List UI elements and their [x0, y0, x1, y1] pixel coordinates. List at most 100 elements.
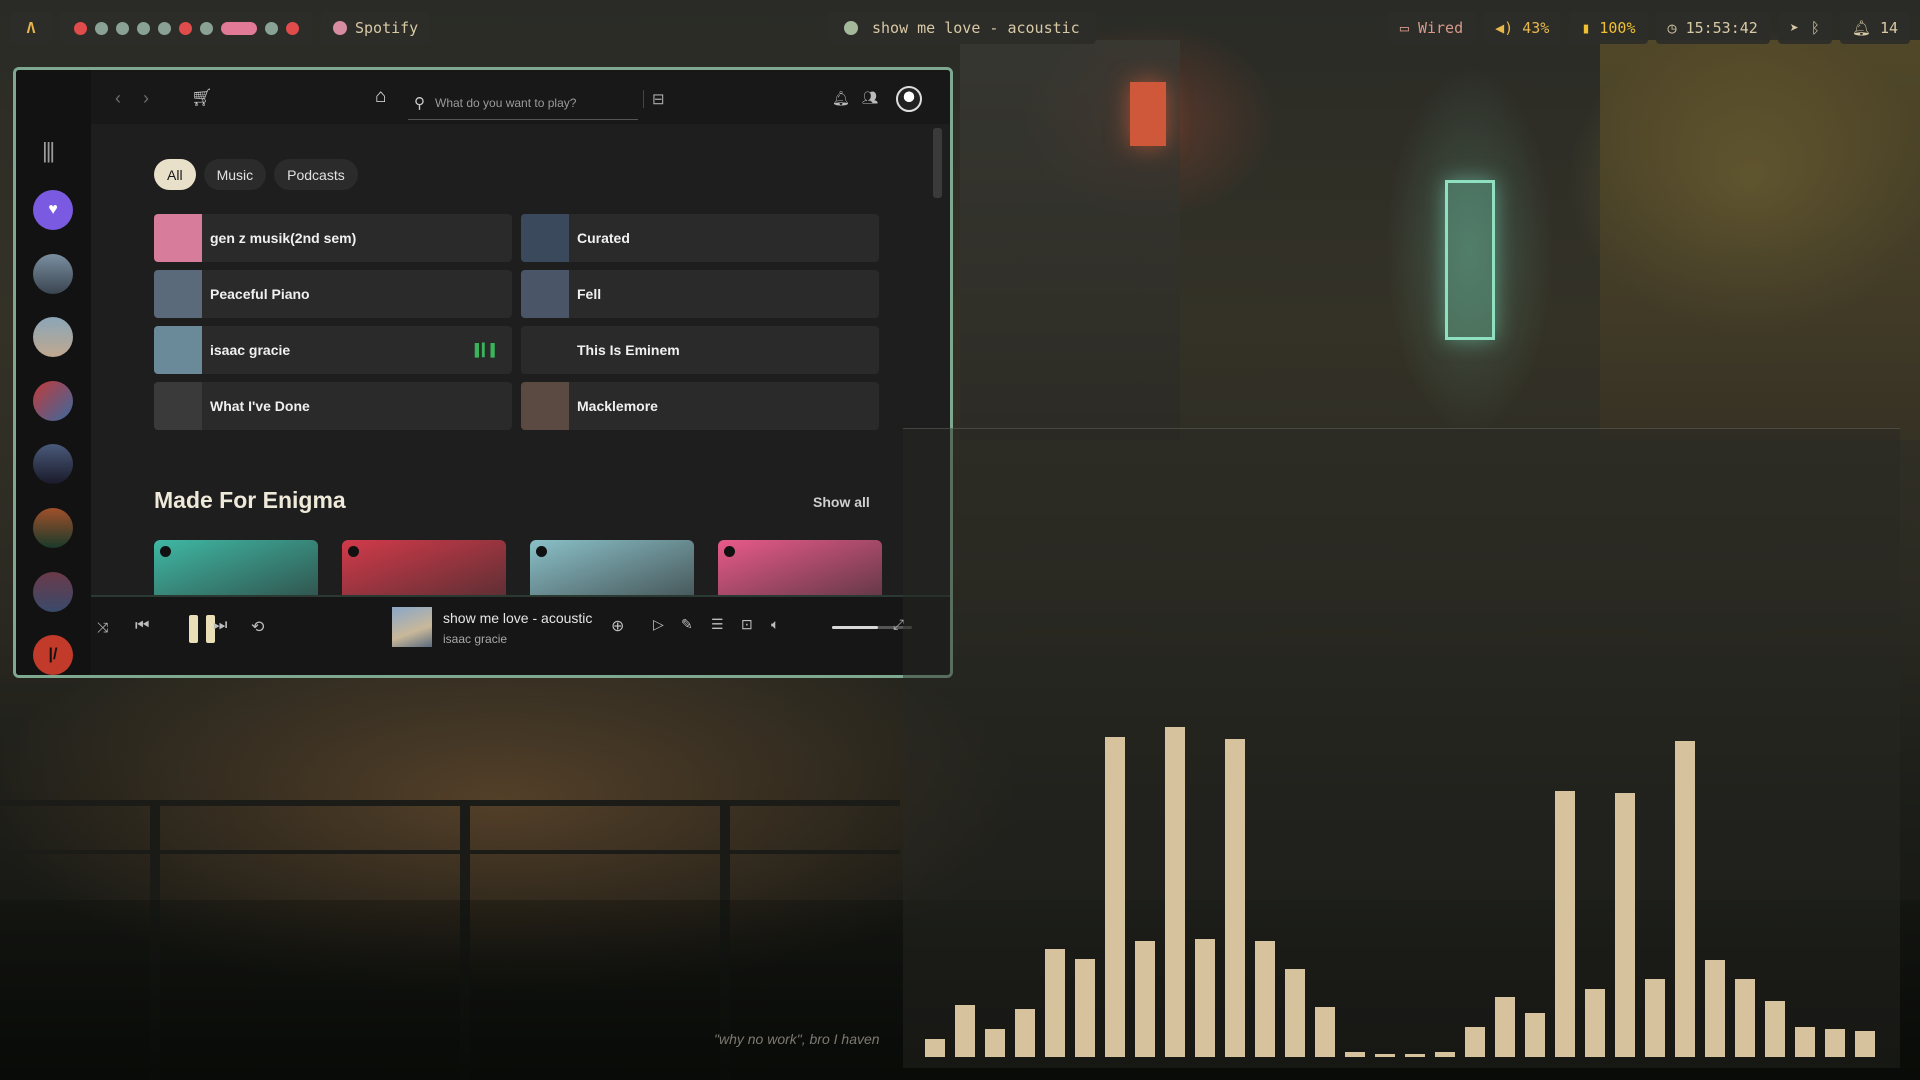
visualizer-bar [1525, 1013, 1545, 1057]
top-bar: Λ Spotify show me love - acoustic ▭ Wire… [0, 0, 1920, 56]
search-bar[interactable]: ⚲ [408, 86, 638, 120]
now-playing-view-icon[interactable]: ▷ [653, 616, 664, 633]
visualizer-bar [1345, 1052, 1365, 1057]
shortcut-card[interactable]: isaac gracie ▌▎▌ [154, 326, 512, 374]
liked-songs-icon[interactable]: ♥ [33, 190, 73, 230]
filter-chip-podcasts[interactable]: Podcasts [274, 159, 358, 190]
daily-mix-card[interactable] [154, 540, 318, 600]
workspace-indicators [60, 12, 313, 44]
visualizer-bar [1675, 741, 1695, 1057]
background-building [1600, 40, 1920, 440]
visualizer-bar [1105, 737, 1125, 1057]
volume-slider-fill [832, 626, 879, 629]
background-building [960, 40, 1180, 440]
shortcut-card[interactable]: This Is Eminem [521, 326, 879, 374]
back-arrow-icon[interactable]: ‹ [115, 88, 121, 109]
playing-equalizer-icon: ▌▎▌ [474, 343, 499, 357]
shortcut-card[interactable]: What I've Done [154, 382, 512, 430]
library-icon[interactable]: ||| [42, 138, 55, 164]
friend-activity-icon[interactable]: 👥︎ [862, 90, 879, 106]
shuffle-icon[interactable]: ⤨ [97, 619, 108, 636]
workspace-dot[interactable] [286, 21, 299, 35]
workspace-dot[interactable] [221, 21, 257, 35]
pause-button[interactable] [189, 615, 215, 643]
track-artist[interactable]: isaac gracie [443, 632, 507, 646]
search-input[interactable] [435, 95, 615, 110]
filter-chip-music[interactable]: Music [203, 159, 267, 190]
user-avatar[interactable] [896, 86, 922, 112]
show-all-link[interactable]: Show all [813, 494, 870, 510]
notifications-icon[interactable]: 🔔︎ [832, 90, 850, 107]
shortcut-thumbnail [521, 326, 569, 374]
repeat-icon[interactable]: ⟲ [251, 617, 264, 637]
sidebar-playlist-avatar[interactable] [33, 572, 73, 612]
notification-count[interactable]: 🔔︎ 14 [1839, 12, 1910, 44]
browse-icon[interactable]: ⊟ [643, 90, 665, 108]
visualizer-bar [1645, 979, 1665, 1057]
workspace-dot[interactable] [200, 21, 213, 35]
sidebar-playlist-avatar[interactable] [33, 508, 73, 548]
workspace-dot[interactable] [116, 21, 129, 35]
workspace-dot[interactable] [95, 21, 108, 35]
telegram-icon[interactable]: ➤ [1790, 19, 1799, 37]
visualizer-bar [1075, 959, 1095, 1057]
shortcut-card[interactable]: Macklemore [521, 382, 879, 430]
sidebar-playlist-avatar[interactable] [33, 317, 73, 357]
shortcut-card[interactable]: Fell [521, 270, 879, 318]
volume-status[interactable]: ◀) 43% [1483, 12, 1562, 44]
media-now-playing[interactable]: show me love - acoustic [828, 12, 1096, 44]
visualizer-bar [1405, 1054, 1425, 1057]
search-icon: ⚲ [414, 94, 425, 112]
bluetooth-icon[interactable]: ᛒ [1811, 19, 1820, 37]
daily-mix-card[interactable] [342, 540, 506, 600]
connect-device-icon[interactable]: ⊡ [741, 616, 753, 633]
visualizer-bar [1225, 739, 1245, 1057]
filter-chip-all[interactable]: All [154, 159, 196, 190]
spotify-window: ||| ♥ |/ ‹ › 🛒︎ ⌂ ⚲ ⊟ 🔔︎ 👥︎ AllMusicPodc… [13, 67, 953, 678]
sidebar-playlist-avatar[interactable] [33, 254, 73, 294]
sidebar-artist-avatar[interactable]: |/ [33, 635, 73, 675]
track-title[interactable]: show me love - acoustic [443, 610, 592, 626]
background-fence [0, 850, 900, 854]
sidebar-playlist-avatar[interactable] [33, 381, 73, 421]
workspace-dot[interactable] [137, 21, 150, 35]
desktop-caption: "why no work", bro I haven [714, 1031, 880, 1047]
shortcut-thumbnail [521, 214, 569, 262]
shortcut-thumbnail [521, 270, 569, 318]
daily-mix-card[interactable] [718, 540, 882, 600]
now-playing-cover[interactable] [392, 607, 432, 647]
window-title-pill[interactable]: Spotify [321, 12, 431, 44]
shortcut-card[interactable]: Curated [521, 214, 879, 262]
shortcut-label: gen z musik(2nd sem) [210, 230, 357, 246]
launcher-button[interactable]: Λ [10, 12, 52, 44]
shortcut-card[interactable]: gen z musik(2nd sem) [154, 214, 512, 262]
shortcut-grid: gen z musik(2nd sem) Curated Peaceful Pian… [154, 214, 879, 430]
clock[interactable]: ◷ 15:53:42 [1655, 12, 1770, 44]
shortcut-thumbnail [154, 270, 202, 318]
visualizer-bar [1045, 949, 1065, 1057]
workspace-dot[interactable] [265, 21, 278, 35]
workspace-dot[interactable] [179, 21, 192, 35]
scrollbar[interactable] [933, 128, 942, 198]
workspace-dot[interactable] [74, 21, 87, 35]
made-for-shelf [154, 540, 882, 600]
visualizer-bar [1165, 727, 1185, 1057]
volume-icon[interactable]: 🔈︎ [771, 616, 779, 633]
cart-icon[interactable]: 🛒︎ [191, 88, 213, 108]
top-nav: ‹ › 🛒︎ ⌂ ⚲ ⊟ 🔔︎ 👥︎ [91, 70, 950, 124]
daily-mix-card[interactable] [530, 540, 694, 600]
sidebar-playlist-avatar[interactable] [33, 444, 73, 484]
visualizer-bar [1555, 791, 1575, 1057]
home-icon[interactable]: ⌂ [375, 86, 386, 108]
forward-arrow-icon[interactable]: › [143, 88, 149, 109]
previous-track-icon[interactable]: ⏮︎ [135, 617, 149, 635]
next-track-icon[interactable]: ⏭︎ [213, 617, 227, 635]
network-status[interactable]: ▭ Wired [1387, 12, 1476, 44]
lyrics-icon[interactable]: ✎ [681, 616, 693, 633]
shortcut-card[interactable]: Peaceful Piano [154, 270, 512, 318]
queue-icon[interactable]: ☰ [711, 616, 724, 633]
network-icon: ▭ [1399, 19, 1418, 37]
add-to-playlist-icon[interactable]: ⊕ [611, 616, 624, 636]
workspace-dot[interactable] [158, 21, 171, 35]
shortcut-label: This Is Eminem [577, 342, 680, 358]
